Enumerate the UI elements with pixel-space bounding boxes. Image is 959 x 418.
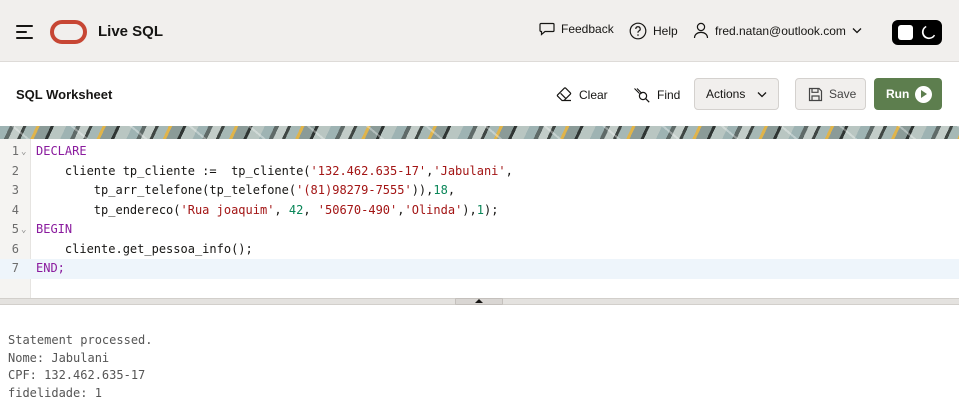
line-number: 7 [11,261,19,275]
code-line[interactable]: 1 ⌄ DECLARE [0,142,959,162]
line-number: 3 [11,183,19,197]
code-text: tp_arr_telefone(tp_telefone('(81)98279-7… [36,183,456,197]
chevron-down-icon [757,91,767,97]
code-text: cliente.get_pessoa_info(); [36,241,253,256]
output-line: Nome: Jabulani [8,350,110,365]
actions-label: Actions [706,87,746,101]
app-title: Live SQL [98,23,164,40]
code-text: cliente tp_cliente := tp_cliente('132.46… [36,163,513,178]
code-text: BEGIN [36,220,72,240]
code-line[interactable]: 6 cliente.get_pessoa_info(); [0,240,959,260]
actions-dropdown[interactable]: Actions [694,78,779,110]
sql-editor[interactable]: 1 ⌄ DECLARE 2 cliente tp_cliente := tp_c… [0,139,959,298]
chevron-down-icon [852,28,862,34]
line-number: 4 [11,202,19,217]
code-line[interactable]: 2 cliente tp_cliente := tp_cliente('132.… [0,162,959,182]
code-fragment: END; [36,261,65,275]
theme-toggle[interactable] [892,20,942,45]
play-icon [915,85,933,103]
menu-icon[interactable] [16,24,36,40]
help-button[interactable]: Help [629,22,678,40]
code-text: END; [36,259,65,279]
fold-chevron-icon[interactable]: ⌄ [21,221,26,241]
feedback-button[interactable]: Feedback [539,22,614,36]
save-label: Save [829,87,857,101]
line-number: 1 [11,144,19,158]
save-icon [808,87,823,101]
fold-chevron-icon[interactable]: ⌄ [21,143,26,163]
find-icon [634,88,650,103]
run-button[interactable]: Run [874,78,942,110]
user-email: fred.natan@outlook.com [715,23,846,38]
worksheet-toolbar: SQL Worksheet Clear Find Actions Save Ru… [0,62,959,126]
oracle-logo[interactable] [50,20,87,44]
code-line[interactable]: 3 tp_arr_telefone(tp_telefone('(81)98279… [0,181,959,201]
clear-label: Clear [579,87,608,102]
panel-splitter[interactable] [0,298,959,305]
moon-icon [921,25,936,40]
save-button[interactable]: Save [795,78,866,110]
feedback-icon [539,22,555,36]
output-line: fidelidade: 1 [8,385,102,400]
find-button[interactable]: Find [633,87,680,103]
user-menu[interactable]: fred.natan@outlook.com [693,22,862,39]
output-line: CPF: 132.462.635-17 [8,368,146,382]
line-number: 5 [11,222,19,236]
find-label: Find [657,88,681,102]
user-icon [693,22,709,39]
code-fragment: BEGIN [36,222,73,236]
code-text: tp_endereco('Rua joaquim', 42, '50670-49… [36,202,499,217]
run-label: Run [886,87,910,101]
code-text: DECLARE [36,142,87,162]
line-number: 2 [11,163,19,178]
code-line[interactable]: 4 tp_endereco('Rua joaquim', 42, '50670-… [0,201,959,221]
code-fragment: DECLARE [36,144,87,158]
worksheet-title: SQL Worksheet [16,87,113,102]
help-icon [629,22,647,40]
eraser-icon [556,87,572,102]
top-bar: Live SQL Feedback Help fred.natan@outloo… [0,0,959,62]
feedback-label: Feedback [561,22,614,36]
line-number: 6 [11,241,19,256]
clear-button[interactable]: Clear [556,87,608,102]
help-label: Help [653,24,678,38]
collapse-handle[interactable] [455,298,503,305]
output-line: Statement processed. [8,333,153,347]
code-line-active[interactable]: 7 END; [0,259,959,279]
light-mode-knob [898,25,913,40]
output-panel: Statement processed. Nome: Jabulani CPF:… [0,305,959,418]
code-line[interactable]: 5 ⌄ BEGIN [0,220,959,240]
decorative-banner [0,126,959,139]
